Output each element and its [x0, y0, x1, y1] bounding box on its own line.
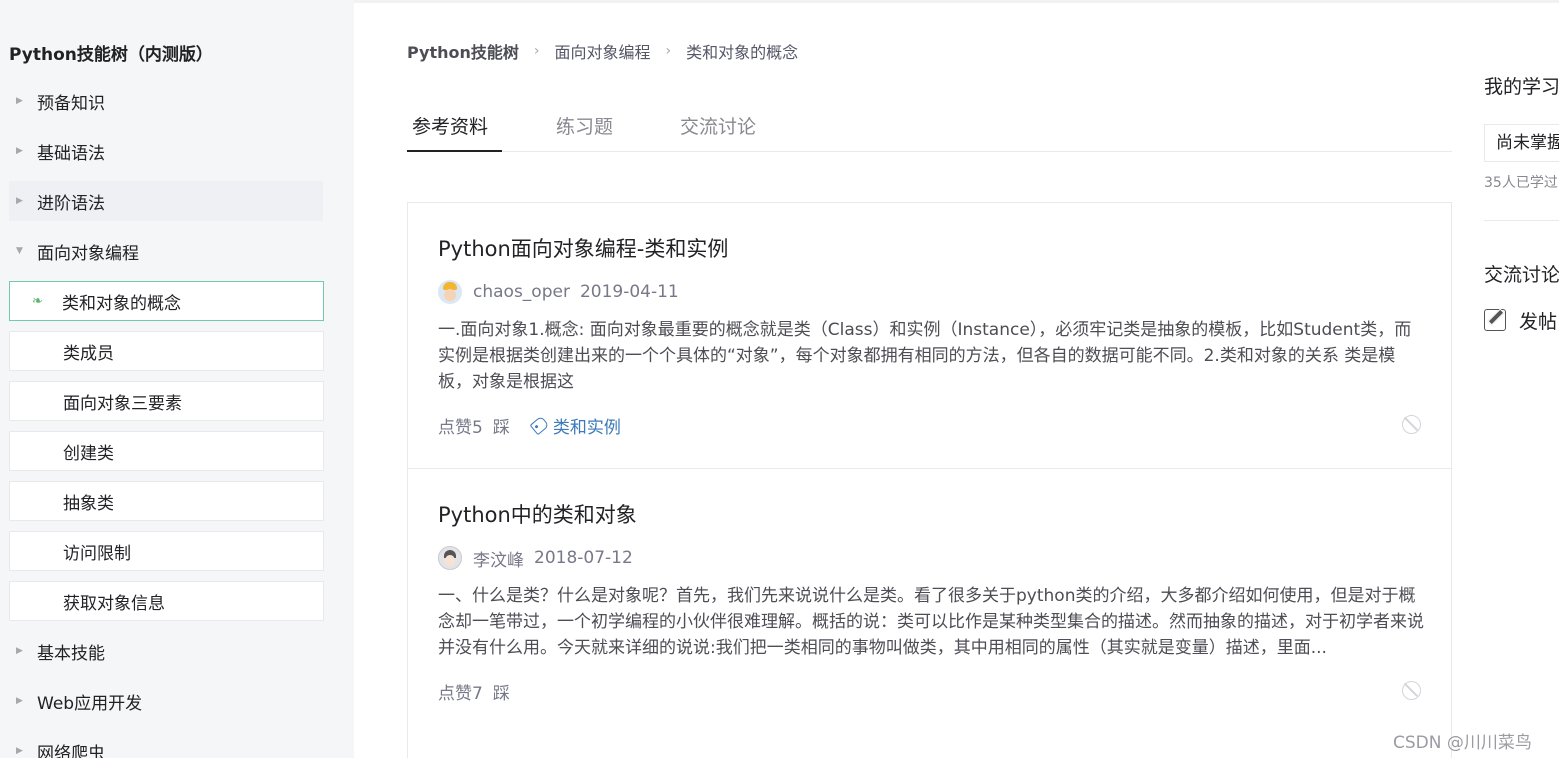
skill-tree-title: Python技能树（内测版） — [9, 45, 213, 65]
chevron-right-icon: › — [665, 43, 672, 59]
leaf-icon: ❧ — [32, 293, 43, 309]
article-author[interactable]: chaos_oper — [473, 282, 570, 302]
content-tabs: 参考资料 练习题 交流讨论 — [407, 108, 1452, 152]
sub-item-label: 创建类 — [63, 443, 114, 464]
article-meta: chaos_oper 2019-04-11 — [438, 279, 679, 305]
tree-item-web-crawler[interactable]: ▶ 网络爬虫 — [0, 731, 354, 758]
sub-item-label: 类成员 — [63, 343, 114, 364]
tree-item-advanced-syntax[interactable]: ▶ 进阶语法 — [9, 181, 323, 221]
avatar[interactable] — [438, 546, 462, 570]
panel-divider — [1484, 220, 1559, 221]
like-button[interactable]: 点赞5 — [438, 413, 483, 438]
breadcrumb-root-link[interactable]: Python技能树 — [407, 39, 519, 63]
breadcrumb-current: 类和对象的概念 — [686, 43, 799, 62]
sub-item-class-members[interactable]: 类成员 — [9, 331, 324, 371]
caret-right-icon: ▶ — [16, 146, 23, 156]
top-divider — [354, 0, 1559, 3]
article-title[interactable]: Python面向对象编程-类和实例 — [438, 233, 728, 263]
tree-item-label: 预备知识 — [37, 93, 105, 114]
tag-icon — [529, 415, 550, 435]
caret-right-icon: ▶ — [16, 96, 23, 106]
new-post-label: 发帖 — [1519, 310, 1558, 333]
right-panel: 我的学习 尚未掌握 35人已学过 交流讨论 发帖 — [1484, 0, 1559, 758]
tag-label: 类和实例 — [552, 417, 621, 438]
tree-item-label: Web应用开发 — [37, 693, 143, 714]
article-author[interactable]: 李汶峰 — [473, 546, 524, 571]
mastery-status-select[interactable]: 尚未掌握 — [1484, 124, 1559, 162]
tree-item-label: 面向对象编程 — [37, 243, 139, 264]
article-title[interactable]: Python中的类和对象 — [438, 499, 637, 529]
sub-item-class-object-concept[interactable]: ❧ 类和对象的概念 — [9, 281, 324, 321]
article-excerpt[interactable]: 一.面向对象1.概念: 面向对象最重要的概念就是类（Class）和实例（Inst… — [438, 317, 1426, 395]
sub-item-label: 获取对象信息 — [63, 593, 165, 614]
tab-references[interactable]: 参考资料 — [412, 112, 488, 139]
discussion-title: 交流讨论 — [1484, 264, 1559, 286]
tree-item-label: 网络爬虫 — [37, 743, 105, 758]
caret-right-icon: ▶ — [16, 646, 23, 656]
tab-discussion[interactable]: 交流讨论 — [680, 112, 756, 139]
article-meta: 李汶峰 2018-07-12 — [438, 545, 633, 571]
watermark: CSDN @川川菜鸟 — [1393, 733, 1532, 753]
learner-count: 35人已学过 — [1484, 175, 1558, 191]
active-tab-indicator — [407, 150, 502, 152]
article-card: Python面向对象编程-类和实例 chaos_oper 2019-04-11 … — [408, 203, 1451, 468]
breadcrumb: Python技能树 › 面向对象编程 › 类和对象的概念 — [407, 38, 798, 64]
tree-item-basic-syntax[interactable]: ▶ 基础语法 — [0, 131, 354, 171]
caret-right-icon: ▶ — [16, 696, 23, 706]
tree-item-label: 基本技能 — [37, 643, 105, 664]
tab-exercises[interactable]: 练习题 — [556, 112, 613, 139]
article-actions: 点赞7 踩 — [438, 679, 510, 704]
tread-button[interactable]: 踩 — [493, 413, 510, 438]
avatar[interactable] — [438, 280, 462, 304]
chevron-right-icon: › — [533, 43, 540, 59]
tread-button[interactable]: 踩 — [493, 679, 510, 704]
caret-right-icon: ▶ — [16, 196, 23, 206]
article-card: Python中的类和对象 李汶峰 2018-07-12 一、什么是类？什么是对象… — [408, 468, 1451, 733]
article-tag[interactable]: 类和实例 — [529, 413, 621, 438]
tree-item-web-dev[interactable]: ▶ Web应用开发 — [0, 681, 354, 721]
article-list: Python面向对象编程-类和实例 chaos_oper 2019-04-11 … — [407, 202, 1452, 758]
sub-item-label: 访问限制 — [63, 543, 131, 564]
block-icon[interactable] — [1402, 681, 1421, 700]
sub-item-oop-three-elements[interactable]: 面向对象三要素 — [9, 381, 324, 421]
skill-tree-sidebar: Python技能树（内测版） ▶ 预备知识 ▶ 基础语法 ▶ 进阶语法 ▼ 面向… — [0, 0, 354, 758]
article-date: 2019-04-11 — [579, 282, 679, 302]
article-actions: 点赞5 踩 类和实例 — [438, 413, 621, 438]
sub-item-label: 抽象类 — [63, 493, 114, 514]
like-button[interactable]: 点赞7 — [438, 679, 483, 704]
article-date: 2018-07-12 — [534, 548, 633, 568]
tree-item-label: 基础语法 — [37, 143, 105, 164]
tree-item-oop[interactable]: ▼ 面向对象编程 — [0, 231, 354, 271]
caret-down-icon: ▼ — [16, 246, 23, 256]
caret-right-icon: ▶ — [16, 746, 23, 756]
sub-item-access-restriction[interactable]: 访问限制 — [9, 531, 324, 571]
breadcrumb-section-link[interactable]: 面向对象编程 — [555, 39, 651, 63]
sub-item-object-info[interactable]: 获取对象信息 — [9, 581, 324, 621]
new-post-button[interactable]: 发帖 — [1484, 306, 1557, 334]
edit-icon — [1484, 309, 1506, 331]
sub-item-abstract-class[interactable]: 抽象类 — [9, 481, 324, 521]
tree-item-prerequisites[interactable]: ▶ 预备知识 — [0, 81, 354, 121]
article-excerpt[interactable]: 一、什么是类？什么是对象呢？首先，我们先来说说什么是类。看了很多关于python… — [438, 583, 1426, 661]
tree-item-basic-skills[interactable]: ▶ 基本技能 — [0, 631, 354, 671]
sub-item-create-class[interactable]: 创建类 — [9, 431, 324, 471]
tree-item-label: 进阶语法 — [37, 193, 105, 214]
sub-item-label: 面向对象三要素 — [63, 393, 182, 414]
my-learning-title: 我的学习 — [1484, 76, 1559, 98]
block-icon[interactable] — [1402, 415, 1421, 434]
sub-item-label: 类和对象的概念 — [62, 293, 181, 314]
